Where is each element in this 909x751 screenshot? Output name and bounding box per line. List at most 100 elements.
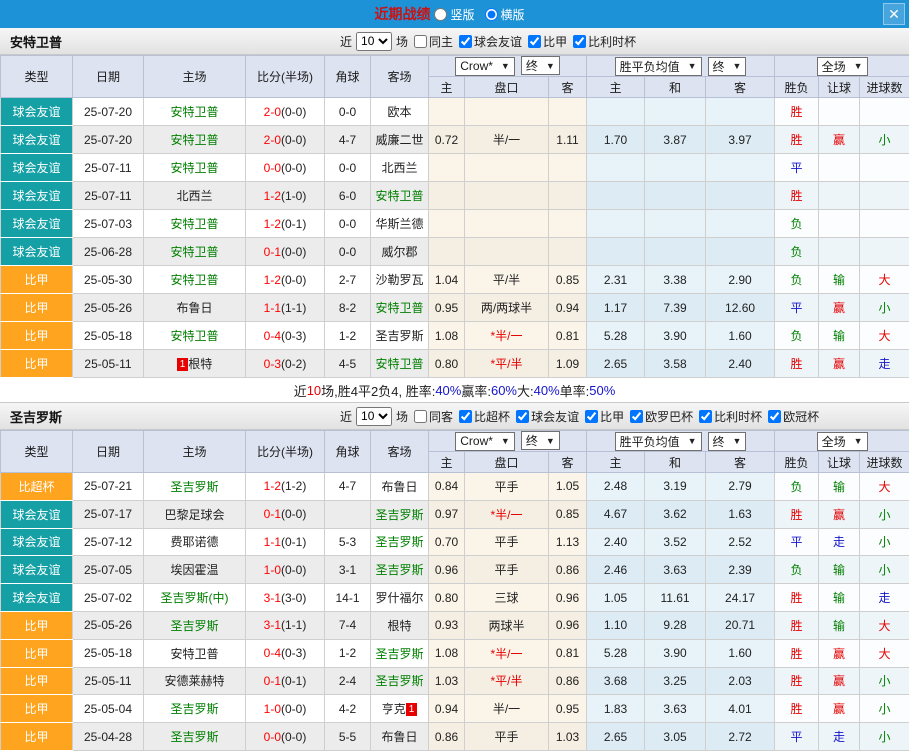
filter-checkbox-input[interactable] — [459, 35, 472, 48]
filter-checkbox-input[interactable] — [459, 410, 472, 423]
final-dropdown[interactable]: 终▼ — [708, 432, 747, 451]
away-team-cell: 华斯兰德 — [371, 210, 429, 238]
euro-home-cell: 4.67 — [587, 500, 645, 528]
odds-source-dropdown[interactable]: Crow*▼ — [455, 432, 515, 451]
result-cell: 负 — [775, 556, 819, 584]
filter-checkbox-input[interactable] — [414, 35, 427, 48]
col-header: 类型 — [1, 56, 73, 98]
filter-checkbox-0[interactable]: 同客 — [414, 408, 453, 425]
filter-checkbox-input[interactable] — [768, 410, 781, 423]
handicap-result-cell — [819, 182, 860, 210]
type-cell: 比甲 — [1, 639, 73, 667]
filter-checkbox-3[interactable]: 比利时杯 — [573, 33, 636, 50]
odds-home-cell: 1.08 — [429, 322, 465, 350]
team-name: 北西兰 — [381, 161, 417, 175]
team-name: 巴黎足球会 — [164, 508, 224, 522]
filter-checkbox-label: 欧冠杯 — [783, 408, 819, 425]
sub-col-header: 胜负 — [775, 77, 819, 98]
dropdown-label: 终 — [713, 58, 725, 75]
euro-away-cell: 1.63 — [706, 500, 775, 528]
filter-checkbox-input[interactable] — [528, 35, 541, 48]
filter-checkbox-0[interactable]: 同主 — [414, 33, 453, 50]
corner-cell: 6-0 — [325, 182, 371, 210]
goals-result-cell: 小 — [860, 667, 909, 695]
fulltime-score: 1-1 — [264, 535, 281, 549]
europe-odds-dropdown[interactable]: 胜平负均值▼ — [615, 57, 702, 76]
filter-checkbox-5[interactable]: 比利时杯 — [699, 408, 762, 425]
horizontal-radio-input[interactable] — [485, 8, 498, 21]
header-row-1: 类型日期主场比分(半场)角球客场Crow*▼终▼胜平负均值▼终▼全场▼ — [1, 56, 909, 77]
handicap-line-cell: 平/半 — [465, 266, 549, 294]
final-dropdown[interactable]: 终▼ — [521, 56, 560, 75]
scope-dropdown-group: 全场▼ — [775, 56, 909, 77]
match-scope-dropdown[interactable]: 全场▼ — [817, 57, 868, 76]
score-cell: 2-0(0-0) — [246, 98, 325, 126]
filter-checkbox-2[interactable]: 球会友谊 — [516, 408, 579, 425]
filter-checkbox-1[interactable]: 比超杯 — [459, 408, 510, 425]
filter-checkbox-input[interactable] — [585, 410, 598, 423]
corner-cell: 0-0 — [325, 210, 371, 238]
filter-checkbox-2[interactable]: 比甲 — [528, 33, 567, 50]
col-header: 比分(半场) — [246, 56, 325, 98]
euro-draw-cell: 3.05 — [645, 723, 706, 751]
date-cell: 25-07-03 — [73, 210, 144, 238]
euro-home-cell: 2.65 — [587, 723, 645, 751]
fulltime-score: 1-2 — [264, 189, 281, 203]
team-name: 埃因霍温 — [170, 563, 218, 577]
halftime-score: (0-1) — [281, 674, 306, 688]
layout-radio-horizontal[interactable]: 横版 — [485, 6, 525, 23]
filter-checkbox-input[interactable] — [630, 410, 643, 423]
filter-checkbox-3[interactable]: 比甲 — [585, 408, 624, 425]
result-cell: 负 — [775, 473, 819, 501]
euro-home-cell: 1.05 — [587, 584, 645, 612]
euro-away-cell — [706, 98, 775, 126]
fulltime-score: 0-0 — [264, 161, 281, 175]
filter-checkbox-input[interactable] — [573, 35, 586, 48]
layout-radio-vertical[interactable]: 竖版 — [434, 6, 474, 23]
odds-source-dropdown[interactable]: Crow*▼ — [455, 57, 515, 76]
col-header: 类型 — [1, 431, 73, 473]
col-header: 客场 — [371, 56, 429, 98]
euro-home-cell: 1.83 — [587, 695, 645, 723]
final-dropdown[interactable]: 终▼ — [521, 431, 560, 450]
result-cell: 胜 — [775, 500, 819, 528]
team-name: 安特卫普 — [170, 133, 218, 147]
score-cell: 0-0(0-0) — [246, 154, 325, 182]
home-team-cell: 埃因霍温 — [144, 556, 246, 584]
team-name: 布鲁日 — [176, 301, 212, 315]
filter-checkbox-input[interactable] — [699, 410, 712, 423]
handicap-result-cell: 输 — [819, 473, 860, 501]
close-button[interactable]: ✕ — [883, 3, 905, 25]
away-team-cell: 圣吉罗斯 — [371, 528, 429, 556]
table-row: 比甲25-05-111根特0-3(0-2)4-5安特卫普0.80*平/半1.09… — [1, 350, 909, 378]
away-team-cell: 圣吉罗斯 — [371, 667, 429, 695]
team-name: 威尔郡 — [381, 245, 417, 259]
away-team-cell: 北西兰 — [371, 154, 429, 182]
filter-checkbox-1[interactable]: 球会友谊 — [459, 33, 522, 50]
chevron-down-icon: ▼ — [501, 436, 510, 446]
match-scope-dropdown[interactable]: 全场▼ — [817, 432, 868, 451]
recent-count-select[interactable]: 10 — [356, 407, 392, 426]
type-cell: 球会友谊 — [1, 126, 73, 154]
result-cell: 平 — [775, 723, 819, 751]
filter-checkbox-6[interactable]: 欧冠杯 — [768, 408, 819, 425]
summary-segment: 赢率: — [461, 381, 491, 400]
type-cell: 比甲 — [1, 294, 73, 322]
filter-checkbox-input[interactable] — [414, 410, 427, 423]
date-cell: 25-05-04 — [73, 695, 144, 723]
odds-away-cell: 1.13 — [549, 528, 587, 556]
euro-home-cell: 1.17 — [587, 294, 645, 322]
chevron-down-icon: ▼ — [854, 436, 863, 446]
fulltime-score: 3-1 — [264, 591, 281, 605]
score-cell: 0-0(0-0) — [246, 723, 325, 751]
recent-count-select[interactable]: 10 — [356, 32, 392, 51]
filter-checkbox-4[interactable]: 欧罗巴杯 — [630, 408, 693, 425]
handicap-line-cell: 平手 — [465, 556, 549, 584]
filter-checkbox-input[interactable] — [516, 410, 529, 423]
final-dropdown[interactable]: 终▼ — [708, 57, 747, 76]
odds-away-cell — [549, 182, 587, 210]
score-cell: 1-2(1-0) — [246, 182, 325, 210]
vertical-radio-input[interactable] — [434, 8, 447, 21]
europe-odds-dropdown[interactable]: 胜平负均值▼ — [615, 432, 702, 451]
date-cell: 25-05-30 — [73, 266, 144, 294]
